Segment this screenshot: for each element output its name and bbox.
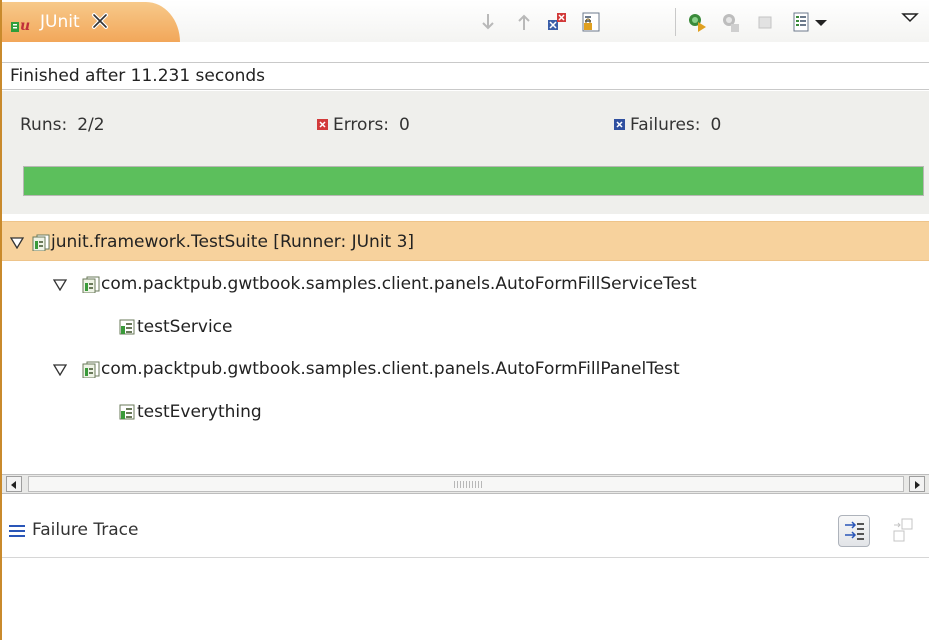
svg-text:u: u (20, 18, 30, 34)
show-failures-only-icon[interactable] (546, 11, 568, 33)
errors-counter: Errors: 0 (317, 115, 410, 135)
tree-node-label: com.packtpub.gwtbook.samples.client.pane… (101, 274, 697, 294)
runs-value: 2/2 (77, 115, 105, 135)
stop-icon[interactable] (754, 11, 776, 33)
chevron-left-icon (11, 481, 16, 489)
compare-result-icon[interactable] (890, 517, 916, 545)
test-ok-icon (119, 319, 135, 335)
failure-icon (614, 118, 625, 130)
chevron-right-icon (915, 481, 920, 489)
view-menu-icon[interactable] (899, 8, 921, 30)
runs-counter: Runs: 2/2 (20, 115, 105, 135)
tree-row-testcase[interactable]: com.packtpub.gwtbook.samples.client.pane… (2, 349, 929, 389)
failure-trace-title: Failure Trace (32, 520, 139, 540)
tree-node-label: com.packtpub.gwtbook.samples.client.pane… (101, 359, 680, 379)
close-icon[interactable] (90, 11, 110, 31)
errors-value: 0 (399, 115, 410, 135)
rerun-icon[interactable] (686, 11, 708, 33)
previous-failure-icon[interactable] (513, 11, 535, 33)
tree-row-test[interactable]: testService (2, 307, 929, 347)
status-message: Finished after 11.231 seconds (2, 62, 929, 90)
failures-label: Failures: (630, 115, 701, 135)
progress-bar (23, 166, 924, 196)
filter-trace-icon (845, 521, 864, 540)
tree-node-label: testService (137, 317, 233, 337)
scroll-left-button[interactable] (6, 476, 22, 492)
toolbar-separator (675, 8, 676, 36)
tab-junit[interactable]: u JUnit (2, 2, 180, 42)
failures-value: 0 (710, 115, 722, 135)
stack-trace-icon (9, 525, 25, 537)
expand-triangle-icon[interactable] (10, 237, 24, 249)
test-suite-ok-icon (82, 276, 100, 293)
scrollbar-grip (454, 481, 482, 488)
test-suite-ok-icon (82, 361, 100, 378)
rerun-failed-first-icon[interactable] (720, 11, 742, 33)
failure-trace-content[interactable] (2, 559, 929, 640)
chevron-down-icon[interactable] (810, 11, 832, 33)
errors-label: Errors: (333, 115, 390, 135)
scrollbar-thumb[interactable] (28, 476, 904, 492)
test-suite-ok-icon (32, 234, 50, 251)
expand-triangle-icon[interactable] (53, 279, 67, 291)
tree-node-label: testEverything (137, 402, 262, 422)
tree-row-suite[interactable]: junit.framework.TestSuite [Runner: JUnit… (2, 221, 929, 261)
tree-row-test[interactable]: testEverything (2, 392, 929, 432)
scroll-right-button[interactable] (909, 476, 925, 492)
error-icon (317, 118, 328, 130)
expand-triangle-icon[interactable] (53, 364, 67, 376)
filter-stack-trace-button[interactable] (838, 515, 870, 547)
tab-label: JUnit (40, 12, 80, 32)
runs-label: Runs: (20, 115, 68, 135)
tree-row-testcase[interactable]: com.packtpub.gwtbook.samples.client.pane… (2, 264, 929, 304)
failure-trace-header: Failure Trace (2, 504, 929, 558)
counter-panel: Runs: 2/2 Errors: 0 Failures: 0 (2, 91, 929, 214)
junit-icon: u (11, 18, 30, 34)
test-tree[interactable]: junit.framework.TestSuite [Runner: JUnit… (2, 216, 929, 472)
failures-counter: Failures: 0 (614, 115, 721, 135)
next-failure-icon[interactable] (477, 11, 499, 33)
test-ok-icon (119, 404, 135, 420)
tree-node-label: junit.framework.TestSuite [Runner: JUnit… (51, 232, 415, 252)
scroll-lock-icon[interactable] (580, 11, 602, 33)
horizontal-scrollbar[interactable] (2, 474, 929, 494)
view-toolbar: u JUnit (2, 0, 929, 42)
